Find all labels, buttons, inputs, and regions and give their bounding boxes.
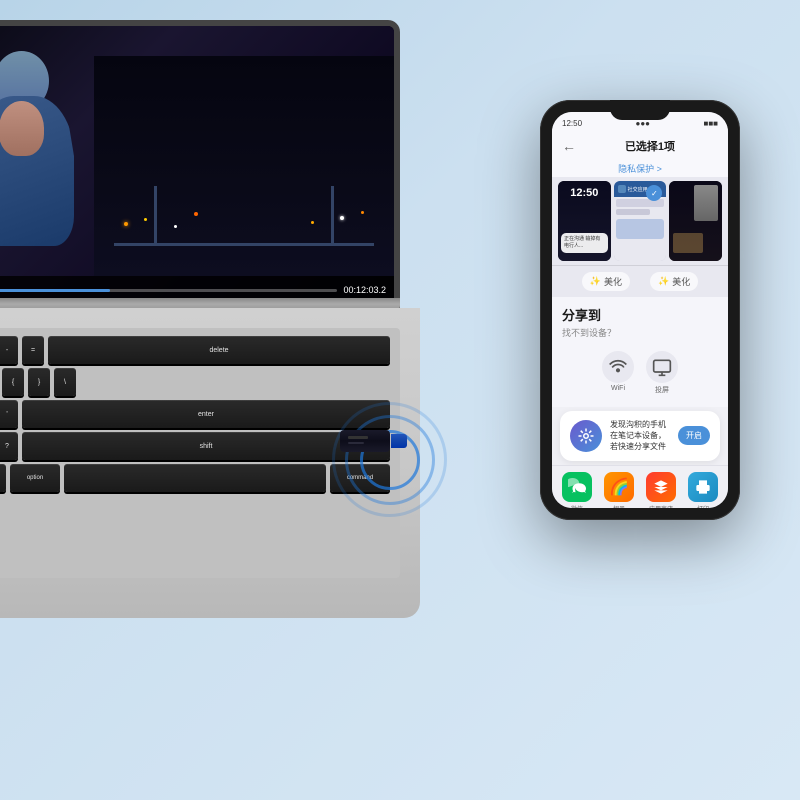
phone-body: 12:50 ●●● ■■■ ← 已选择1项 隐私保护 > 12:50: [540, 100, 740, 520]
share-display-item[interactable]: 投屏: [646, 351, 678, 395]
key-row-2: Pπ { } \: [0, 368, 392, 396]
phone-time: 12:50: [562, 119, 582, 128]
ss-time: 12:50: [570, 187, 598, 199]
app-wechat[interactable]: 微信: [562, 472, 592, 508]
usb-connector: [391, 434, 407, 448]
usb-dongle: [340, 430, 395, 460]
app-store[interactable]: 应用商店: [646, 472, 676, 508]
wifi-share-icon: [602, 351, 634, 383]
ss-notification: 正在沟通 输掉有电行人...: [561, 233, 608, 253]
app-print[interactable]: 打印: [688, 472, 718, 508]
progress-bar[interactable]: [0, 289, 337, 292]
print-label: 打印: [697, 504, 709, 508]
share-icons-row: WiFi 投屏: [562, 347, 718, 403]
edit-buttons-row: ✨ 美化 ✨ 美化: [552, 265, 728, 297]
photos-icon: 🌈: [604, 472, 634, 502]
app-photos[interactable]: 🌈 相册: [604, 472, 634, 508]
device-text-main: 发现沟积的手机在笔记本设备，若快速分享文件: [610, 419, 670, 453]
wechat-label: 微信: [571, 504, 583, 508]
ss-notif-text: 正在沟通 输掉有电行人...: [564, 236, 605, 250]
phone-screen: 12:50 ●●● ■■■ ← 已选择1项 隐私保护 > 12:50: [552, 112, 728, 508]
screenshot-3[interactable]: [669, 181, 722, 261]
key-minus[interactable]: -: [0, 336, 18, 364]
person-figure: [0, 51, 74, 251]
key-space[interactable]: [64, 464, 326, 492]
share-wifi-item[interactable]: WiFi: [602, 351, 634, 395]
appstore-icon: [646, 472, 676, 502]
display-share-icon: [646, 351, 678, 383]
edit-label-1: 美化: [604, 275, 622, 288]
edit-label-2: 美化: [672, 275, 690, 288]
device-description: 发现沟积的手机在笔记本设备，若快速分享文件: [610, 419, 670, 453]
phone-notch: [610, 100, 670, 120]
night-scene: [94, 56, 394, 276]
progress-fill: [0, 289, 110, 292]
appstore-label: 应用商店: [649, 504, 673, 508]
wifi-share-label: WiFi: [611, 385, 625, 392]
phone-header: ← 已选择1项: [552, 134, 728, 160]
print-icon: [688, 472, 718, 502]
display-share-label: 投屏: [655, 385, 669, 395]
key-row-1: )0 - = delete: [0, 336, 392, 364]
device-found-icon: [570, 420, 602, 452]
share-subtitle: 找不到设备？: [562, 326, 718, 339]
edit-icon-2: ✨: [658, 276, 669, 287]
key-question[interactable]: ?: [0, 432, 18, 460]
bottom-apps: 微信 🌈 相册 应用商店: [552, 465, 728, 508]
photos-label: 相册: [613, 504, 625, 508]
laptop: 00:12:03.2 )0 - = delete: [0, 20, 460, 700]
share-title: 分享到: [562, 305, 718, 324]
key-equals[interactable]: =: [22, 336, 44, 364]
bluetooth-signal: [330, 400, 450, 520]
key-quote[interactable]: ': [0, 400, 18, 428]
edit-icon-1: ✨: [590, 276, 601, 287]
screen-content: 00:12:03.2: [0, 26, 394, 304]
device-found-card: 发现沟积的手机在笔记本设备，若快速分享文件 开启: [560, 411, 720, 461]
video-time: 00:12:03.2: [343, 285, 386, 295]
edit-button-1[interactable]: ✨ 美化: [582, 272, 630, 291]
edit-button-2[interactable]: ✨ 美化: [650, 272, 698, 291]
share-section: 分享到 找不到设备？ WiFi: [552, 297, 728, 407]
scene: 00:12:03.2 )0 - = delete: [0, 0, 800, 800]
laptop-screen: 00:12:03.2: [0, 20, 400, 310]
key-open-brace[interactable]: {: [2, 368, 24, 396]
key-backslash[interactable]: \: [54, 368, 76, 396]
key-delete[interactable]: delete: [48, 336, 390, 364]
wechat-icon: [562, 472, 592, 502]
screenshot-1[interactable]: 12:50 正在沟通 输掉有电行人...: [558, 181, 611, 261]
back-arrow-icon[interactable]: ←: [562, 138, 576, 154]
phone-title: 已选择1项: [582, 138, 718, 154]
phone: 12:50 ●●● ■■■ ← 已选择1项 隐私保护 > 12:50: [540, 100, 740, 520]
key-option[interactable]: option: [10, 464, 60, 492]
key-close-brace[interactable]: }: [28, 368, 50, 396]
phone-battery: ■■■: [704, 119, 719, 128]
screenshot-2[interactable]: 社交应用 ✓: [614, 181, 667, 261]
open-button[interactable]: 开启: [678, 426, 710, 445]
key-alt[interactable]: alt: [0, 464, 6, 492]
screenshots-row: 12:50 正在沟通 输掉有电行人... 社交应用: [552, 177, 728, 265]
usb-body: [340, 430, 390, 452]
privacy-link[interactable]: 隐私保护 >: [552, 160, 728, 177]
screen-video: 00:12:03.2: [0, 26, 394, 304]
